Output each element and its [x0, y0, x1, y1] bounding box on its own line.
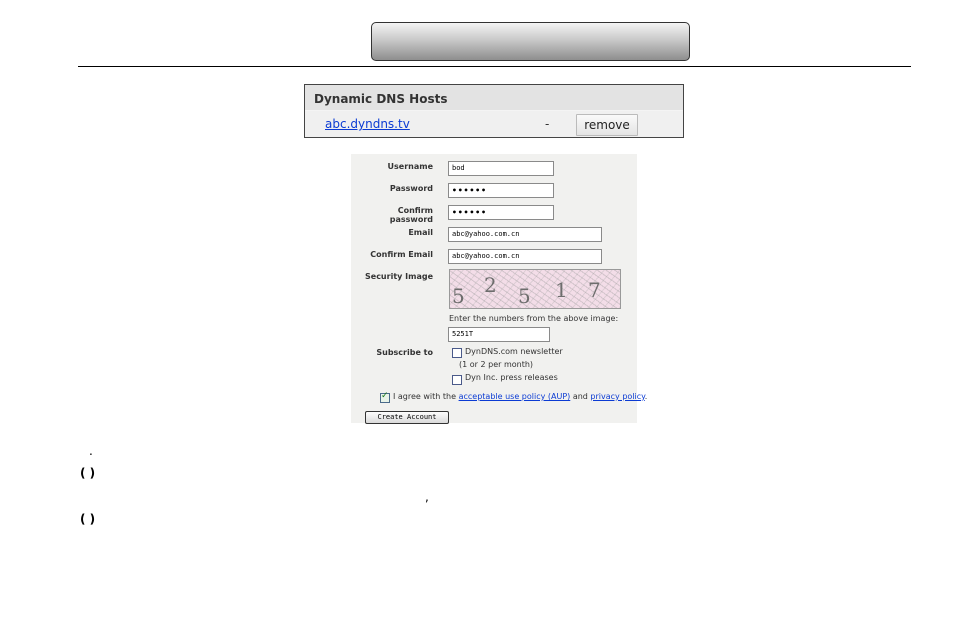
aup-link[interactable]: acceptable use policy (AUP) [459, 392, 571, 401]
comma-mark: , [425, 490, 429, 504]
newsletter-label: DynDNS.com newsletter [465, 347, 563, 356]
confirm-password-label: Confirm password [389, 206, 433, 224]
dynamic-dns-hosts-panel: Dynamic DNS Hosts abc.dyndns.tv - remove [304, 84, 684, 138]
press-releases-label: Dyn Inc. press releases [465, 373, 558, 382]
password-field[interactable]: •••••• [448, 183, 554, 198]
captcha-digit: 5 [518, 284, 531, 308]
captcha-digit: 5 [452, 284, 465, 308]
agree-checkbox[interactable] [380, 391, 390, 403]
confirm-email-label: Confirm Email [370, 250, 433, 259]
agree-prefix: I agree with the [393, 392, 459, 401]
agree-text: I agree with the acceptable use policy (… [393, 392, 647, 401]
remove-button[interactable]: remove [576, 114, 638, 136]
confirm-email-field[interactable]: abc@yahoo.com.cn [448, 249, 602, 264]
email-label: Email [408, 228, 433, 237]
title-banner [371, 22, 690, 61]
press-releases-checkbox[interactable] [452, 375, 462, 385]
captcha-image: 5 2 5 1 7 [449, 269, 621, 309]
paren-marker: ( ) [80, 512, 96, 526]
newsletter-checkbox[interactable] [452, 348, 462, 358]
password-label: Password [389, 184, 433, 193]
privacy-policy-link[interactable]: privacy policy [590, 392, 644, 401]
host-link[interactable]: abc.dyndns.tv [325, 117, 410, 131]
create-account-button[interactable]: Create Account [365, 411, 449, 424]
username-label: Username [387, 162, 433, 171]
host-row: abc.dyndns.tv - remove [305, 111, 683, 137]
agree-suffix: . [644, 392, 648, 401]
subscribe-label: Subscribe to [376, 348, 433, 357]
captcha-digit: 7 [588, 278, 601, 302]
username-field[interactable]: bod [448, 161, 554, 176]
agree-and: and [570, 392, 591, 401]
newsletter-frequency-note: (1 or 2 per month) [459, 360, 534, 369]
horizontal-divider [78, 66, 911, 67]
captcha-digit: 2 [484, 273, 497, 297]
captcha-digit: 1 [555, 278, 568, 302]
captcha-hint: Enter the numbers from the above image: [449, 314, 619, 323]
panel-heading: Dynamic DNS Hosts [305, 85, 683, 111]
confirm-password-field[interactable]: •••••• [448, 205, 554, 220]
email-field[interactable]: abc@yahoo.com.cn [448, 227, 602, 242]
captcha-answer-field[interactable]: 5251T [448, 327, 550, 342]
paren-marker: ( ) [80, 466, 96, 480]
create-account-form: Username bod Password •••••• Confirm pas… [351, 154, 647, 424]
bullet-dot: . [89, 444, 93, 458]
security-image-label: Security Image [365, 272, 433, 281]
host-status: - [545, 117, 550, 131]
